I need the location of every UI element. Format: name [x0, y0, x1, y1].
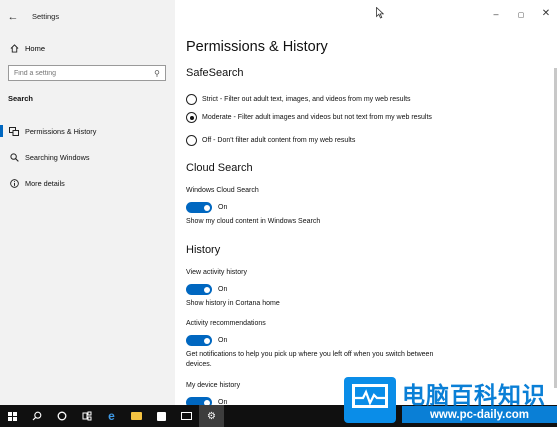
radio-label: Strict - Filter out adult text, images, … — [202, 96, 411, 103]
watermark-logo: 电脑百科知识 www.pc-daily.com — [344, 374, 557, 427]
sidebar-item-permissions-history[interactable]: Permissions & History — [0, 120, 175, 142]
home-icon — [8, 43, 20, 53]
file-explorer-icon — [131, 412, 142, 420]
view-activity-history-toggle-row: On — [186, 284, 227, 295]
search-icon — [32, 411, 41, 421]
sidebar-section-label: Search — [8, 94, 34, 103]
safesearch-heading: SafeSearch — [186, 67, 244, 79]
file-explorer-button[interactable] — [124, 405, 149, 427]
windows-cloud-search-label: Windows Cloud Search — [186, 187, 259, 194]
mail-icon — [181, 412, 192, 420]
activity-recommendations-description: Get notifications to help you pick up wh… — [186, 351, 434, 368]
find-setting-search-box[interactable]: ⚲ — [8, 65, 166, 81]
main-content: Permissions & History SafeSearch Strict … — [175, 0, 557, 408]
store-icon — [157, 411, 166, 421]
watermark-url: www.pc-daily.com — [402, 406, 557, 423]
toggle-state-label: On — [218, 286, 228, 293]
windows-cloud-search-toggle-row: On — [186, 202, 227, 213]
toggle-state-label: On — [218, 337, 228, 344]
radio-label: Off - Don't filter adult content from my… — [202, 137, 356, 144]
settings-taskbar-button[interactable]: ⚙ — [199, 405, 224, 427]
activity-recommendations-toggle-row: On — [186, 335, 227, 346]
device-history-label: My device history — [186, 382, 241, 389]
view-activity-history-label: View activity history — [186, 269, 247, 276]
start-icon — [7, 411, 17, 421]
view-activity-history-toggle[interactable] — [186, 284, 212, 295]
windows-cloud-search-description: Show my cloud content in Windows Search — [186, 218, 321, 225]
task-view-icon — [82, 411, 91, 421]
app-title: Settings — [32, 12, 60, 21]
radio-button[interactable] — [186, 135, 197, 146]
watermark-brand: 电脑百科知识 — [402, 383, 546, 409]
edge-icon: e — [108, 409, 115, 423]
sidebar: ← Settings Home ⚲ Search Permissions & H… — [0, 0, 175, 405]
permissions-icon — [8, 126, 20, 136]
safesearch-moderate-option[interactable]: Moderate - Filter adult images and video… — [186, 112, 441, 123]
safesearch-off-option[interactable]: Off - Don't filter adult content from my… — [186, 135, 441, 146]
toggle-state-label: On — [218, 204, 228, 211]
view-activity-history-description: Show history in Cortana home — [186, 300, 280, 307]
radio-button[interactable] — [186, 94, 197, 105]
cloud-search-heading: Cloud Search — [186, 162, 253, 174]
activity-recommendations-toggle[interactable] — [186, 335, 212, 346]
settings-gear-icon: ⚙ — [207, 410, 216, 422]
sidebar-item-label: Permissions & History — [25, 126, 97, 136]
nav-home[interactable]: Home — [0, 38, 175, 58]
task-view-button[interactable] — [74, 405, 99, 427]
cortana-button[interactable] — [49, 405, 74, 427]
search-icon — [8, 152, 20, 162]
history-heading: History — [186, 244, 221, 256]
sidebar-item-label: More details — [25, 178, 65, 188]
edge-button[interactable]: e — [99, 405, 124, 427]
monitor-logo-icon — [344, 377, 396, 423]
store-button[interactable] — [149, 405, 174, 427]
safesearch-strict-option[interactable]: Strict - Filter out adult text, images, … — [186, 94, 441, 105]
title-bar: ← Settings — [0, 0, 175, 33]
search-icon[interactable]: ⚲ — [154, 69, 160, 78]
cortana-icon — [57, 411, 66, 421]
page-title: Permissions & History — [186, 39, 328, 55]
radio-button-checked[interactable] — [186, 112, 197, 123]
activity-recommendations-label: Activity recommendations — [186, 320, 266, 327]
info-icon — [8, 178, 20, 188]
sidebar-item-searching-windows[interactable]: Searching Windows — [0, 146, 175, 168]
start-button[interactable] — [0, 405, 24, 427]
taskbar-search-button[interactable] — [24, 405, 49, 427]
back-arrow-icon[interactable]: ← — [0, 0, 26, 33]
nav-home-label: Home — [25, 43, 46, 53]
sidebar-item-more-details[interactable]: More details — [0, 172, 175, 194]
radio-label: Moderate - Filter adult images and video… — [202, 114, 432, 121]
find-setting-input[interactable] — [14, 69, 144, 77]
windows-cloud-search-toggle[interactable] — [186, 202, 212, 213]
sidebar-item-label: Searching Windows — [25, 152, 90, 162]
mail-button[interactable] — [174, 405, 199, 427]
